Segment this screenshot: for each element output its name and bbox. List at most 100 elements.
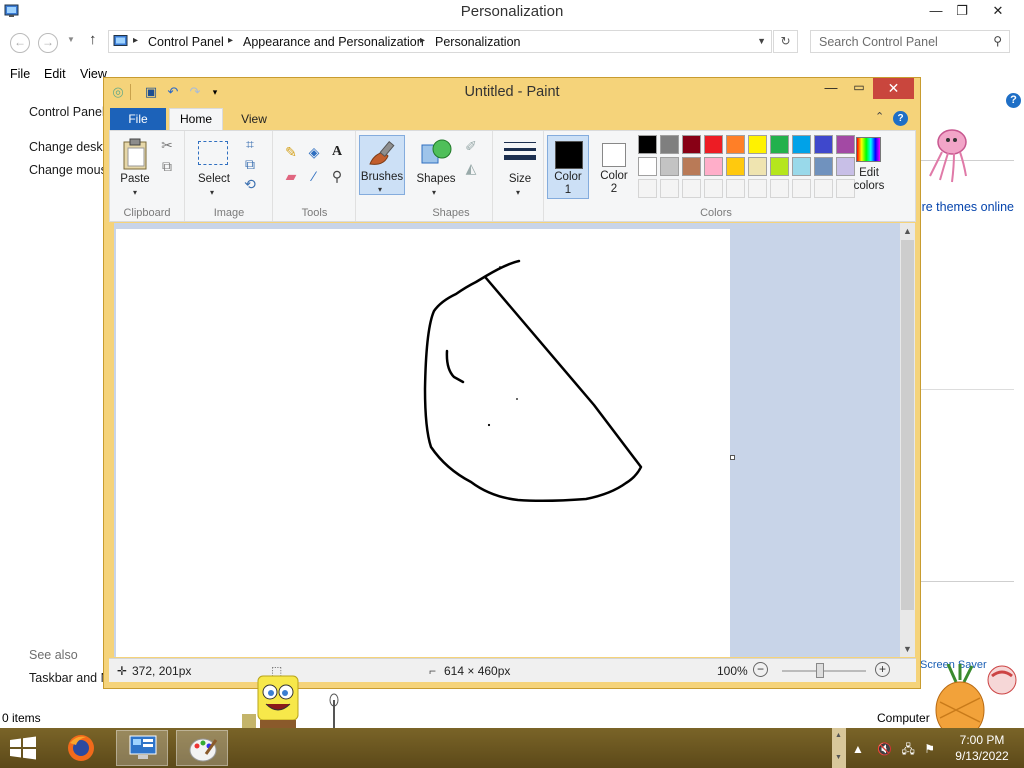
palette-swatch[interactable]	[770, 135, 789, 154]
scroll-down-icon[interactable]: ▼	[900, 641, 915, 657]
zoom-slider-track[interactable]	[782, 670, 866, 672]
custom-color-swatch[interactable]	[770, 179, 789, 198]
outline-icon[interactable]: ✐	[462, 137, 480, 155]
canvas-vertical-scrollbar[interactable]: ▲ ▼	[900, 223, 915, 657]
paint-help-icon[interactable]: ?	[893, 111, 908, 126]
clipboard-group: Paste ▾ ✂ ⧉ Clipboard	[110, 131, 185, 221]
resize-icon[interactable]: ⧉	[241, 155, 259, 173]
select-button[interactable]: Select	[194, 173, 234, 185]
address-dropdown-icon[interactable]: ▼	[757, 36, 766, 46]
custom-color-swatch[interactable]	[660, 179, 679, 198]
crop-icon[interactable]: ⌗	[241, 135, 259, 153]
palette-swatch[interactable]	[638, 157, 657, 176]
palette-swatch[interactable]	[814, 157, 833, 176]
fill-style-icon[interactable]: ◭	[462, 159, 480, 177]
palette-swatch[interactable]	[770, 157, 789, 176]
palette-swatch[interactable]	[726, 135, 745, 154]
color2-button[interactable]: Color 2	[592, 135, 634, 199]
rotate-icon[interactable]: ⟲	[241, 175, 259, 193]
palette-swatch[interactable]	[792, 135, 811, 154]
fill-icon[interactable]: ◈	[305, 143, 323, 161]
help-icon[interactable]: ?	[1006, 93, 1021, 108]
zoom-in-button[interactable]: +	[875, 662, 890, 677]
color1-button[interactable]: Color 1	[547, 135, 589, 199]
up-button[interactable]: ↑	[89, 31, 97, 48]
custom-color-swatch[interactable]	[748, 179, 767, 198]
palette-swatch[interactable]	[814, 135, 833, 154]
scroll-thumb[interactable]	[901, 240, 914, 610]
taskbar-paint[interactable]	[176, 730, 228, 766]
cut-icon[interactable]: ✂	[158, 136, 176, 154]
address-input[interactable]: ▸ Control Panel ▸ Appearance and Persona…	[108, 30, 772, 53]
clock[interactable]: 7:00 PM 9/13/2022	[942, 732, 1022, 764]
palette-swatch[interactable]	[638, 135, 657, 154]
breadcrumb-appearance[interactable]: Appearance and Personalization	[243, 35, 424, 49]
pencil-icon[interactable]: ✎	[282, 143, 300, 161]
custom-color-swatch[interactable]	[682, 179, 701, 198]
explorer-maximize-button[interactable]: ❐	[947, 0, 977, 22]
paste-icon[interactable]	[122, 138, 150, 170]
paint-minimize-button[interactable]: —	[818, 80, 844, 98]
palette-swatch[interactable]	[792, 157, 811, 176]
forward-button[interactable]: →	[38, 33, 58, 53]
select-icon[interactable]	[198, 141, 228, 165]
search-input[interactable]: Search Control Panel ⚲	[810, 30, 1010, 53]
recent-pages-chevron-icon[interactable]: ▼	[67, 35, 75, 44]
copy-icon[interactable]: ⧉	[158, 157, 176, 175]
canvas-size-icon: ⌐	[429, 664, 437, 678]
palette-swatch[interactable]	[704, 135, 723, 154]
size-button[interactable]: Size	[500, 173, 540, 185]
magnifier-icon[interactable]: ⚲	[328, 167, 346, 185]
tab-file[interactable]: File	[110, 108, 166, 130]
show-hidden-icons-chevron-icon[interactable]: ▲	[852, 742, 864, 756]
start-button-windows-icon[interactable]	[8, 736, 38, 760]
refresh-button[interactable]: ↻	[773, 30, 798, 53]
breadcrumb-control-panel[interactable]: Control Panel	[148, 35, 224, 49]
canvas-area	[114, 223, 901, 657]
custom-color-swatch[interactable]	[638, 179, 657, 198]
taskbar-firefox[interactable]	[56, 730, 108, 766]
palette-swatch[interactable]	[660, 135, 679, 154]
zoom-slider-thumb[interactable]	[816, 663, 824, 678]
network-icon[interactable]: 🖧	[902, 742, 915, 756]
canvas-resize-handle[interactable]	[730, 455, 735, 460]
zoom-out-button[interactable]: −	[753, 662, 768, 677]
search-icon[interactable]: ⚲	[993, 34, 1002, 48]
palette-swatch[interactable]	[748, 157, 767, 176]
palette-swatch[interactable]	[660, 157, 679, 176]
tab-view[interactable]: View	[229, 108, 279, 130]
palette-swatch[interactable]	[726, 157, 745, 176]
get-more-themes-link[interactable]: Get more themes online	[920, 200, 1014, 214]
paint-close-button[interactable]: ✕	[873, 78, 914, 99]
custom-color-swatch[interactable]	[704, 179, 723, 198]
eraser-icon[interactable]: ▰	[282, 167, 300, 185]
action-center-icon[interactable]: ⚑	[924, 742, 935, 756]
paste-button[interactable]: Paste	[117, 173, 153, 185]
shapes-icon[interactable]	[420, 137, 452, 167]
custom-color-swatch[interactable]	[726, 179, 745, 198]
custom-color-swatch[interactable]	[792, 179, 811, 198]
palette-swatch[interactable]	[682, 135, 701, 154]
text-icon[interactable]: A	[328, 143, 346, 161]
tab-home[interactable]: Home	[169, 108, 223, 131]
edit-colors-button[interactable]: Edit colors	[852, 135, 884, 195]
back-button[interactable]: ←	[10, 33, 30, 53]
shapes-button[interactable]: Shapes	[414, 173, 458, 185]
paint-maximize-button[interactable]: ▭	[846, 80, 872, 98]
taskbar-control-panel[interactable]	[116, 730, 168, 766]
volume-muted-icon[interactable]: 🔇	[877, 742, 892, 756]
scroll-up-icon[interactable]: ▲	[900, 223, 915, 239]
menu-edit[interactable]: Edit	[44, 67, 66, 81]
drawing-canvas[interactable]	[116, 229, 730, 657]
explorer-close-button[interactable]: ✕	[983, 0, 1013, 22]
color-picker-icon[interactable]: ⁄	[305, 167, 323, 185]
palette-swatch[interactable]	[704, 157, 723, 176]
custom-color-swatch[interactable]	[814, 179, 833, 198]
taskbar-toolbar-scroll[interactable]: ▲ ▼	[832, 728, 846, 768]
palette-swatch[interactable]	[682, 157, 701, 176]
breadcrumb-personalization[interactable]: Personalization	[435, 35, 520, 49]
brushes-button[interactable]: Brushes ▾	[359, 135, 405, 195]
ribbon-collapse-icon[interactable]: ⌃	[875, 110, 884, 123]
palette-swatch[interactable]	[748, 135, 767, 154]
menu-file[interactable]: File	[10, 67, 30, 81]
